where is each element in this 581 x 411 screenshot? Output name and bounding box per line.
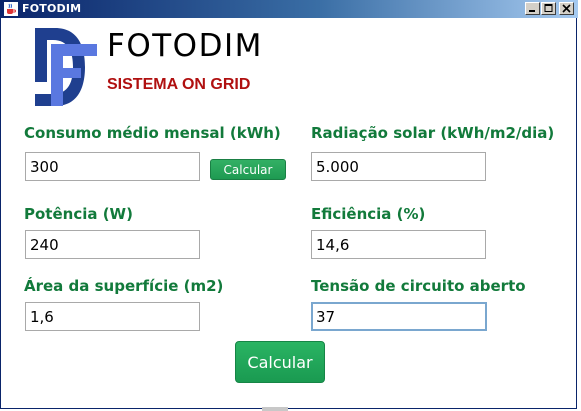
label-potencia: Potência (W)	[24, 205, 133, 223]
java-cup-icon	[4, 2, 18, 16]
window-title: FOTODIM	[22, 2, 82, 15]
label-eficiencia: Eficiência (%)	[311, 205, 426, 223]
close-icon	[562, 4, 571, 13]
minimize-button[interactable]	[525, 2, 540, 15]
brand-name: FOTODIM	[107, 28, 263, 64]
fotodim-logo	[35, 28, 97, 106]
maximize-button[interactable]	[541, 2, 556, 15]
app-window: FOTODIM FOTODIM SISTEMA ON GRID Consumo …	[0, 0, 578, 409]
resize-handle[interactable]	[262, 407, 288, 411]
radiacao-input[interactable]	[311, 152, 486, 181]
area-input[interactable]	[25, 302, 200, 331]
minimize-icon	[529, 10, 535, 12]
calcular-consumo-button[interactable]: Calcular	[210, 159, 286, 180]
label-consumo: Consumo médio mensal (kWh)	[24, 124, 281, 142]
label-tensao: Tensão de circuito aberto	[311, 277, 526, 295]
maximize-icon	[544, 4, 553, 12]
close-button[interactable]	[559, 2, 574, 15]
consumo-input[interactable]	[25, 152, 200, 181]
label-area: Área da superfície (m2)	[24, 277, 224, 295]
brand-subtitle: SISTEMA ON GRID	[107, 76, 251, 93]
eficiencia-input[interactable]	[311, 230, 486, 259]
calcular-button[interactable]: Calcular	[235, 341, 325, 383]
title-bar[interactable]: FOTODIM	[1, 0, 578, 18]
label-radiacao: Radiação solar (kWh/m2/dia)	[311, 124, 555, 142]
tensao-input[interactable]	[311, 302, 487, 331]
potencia-input[interactable]	[25, 230, 200, 259]
